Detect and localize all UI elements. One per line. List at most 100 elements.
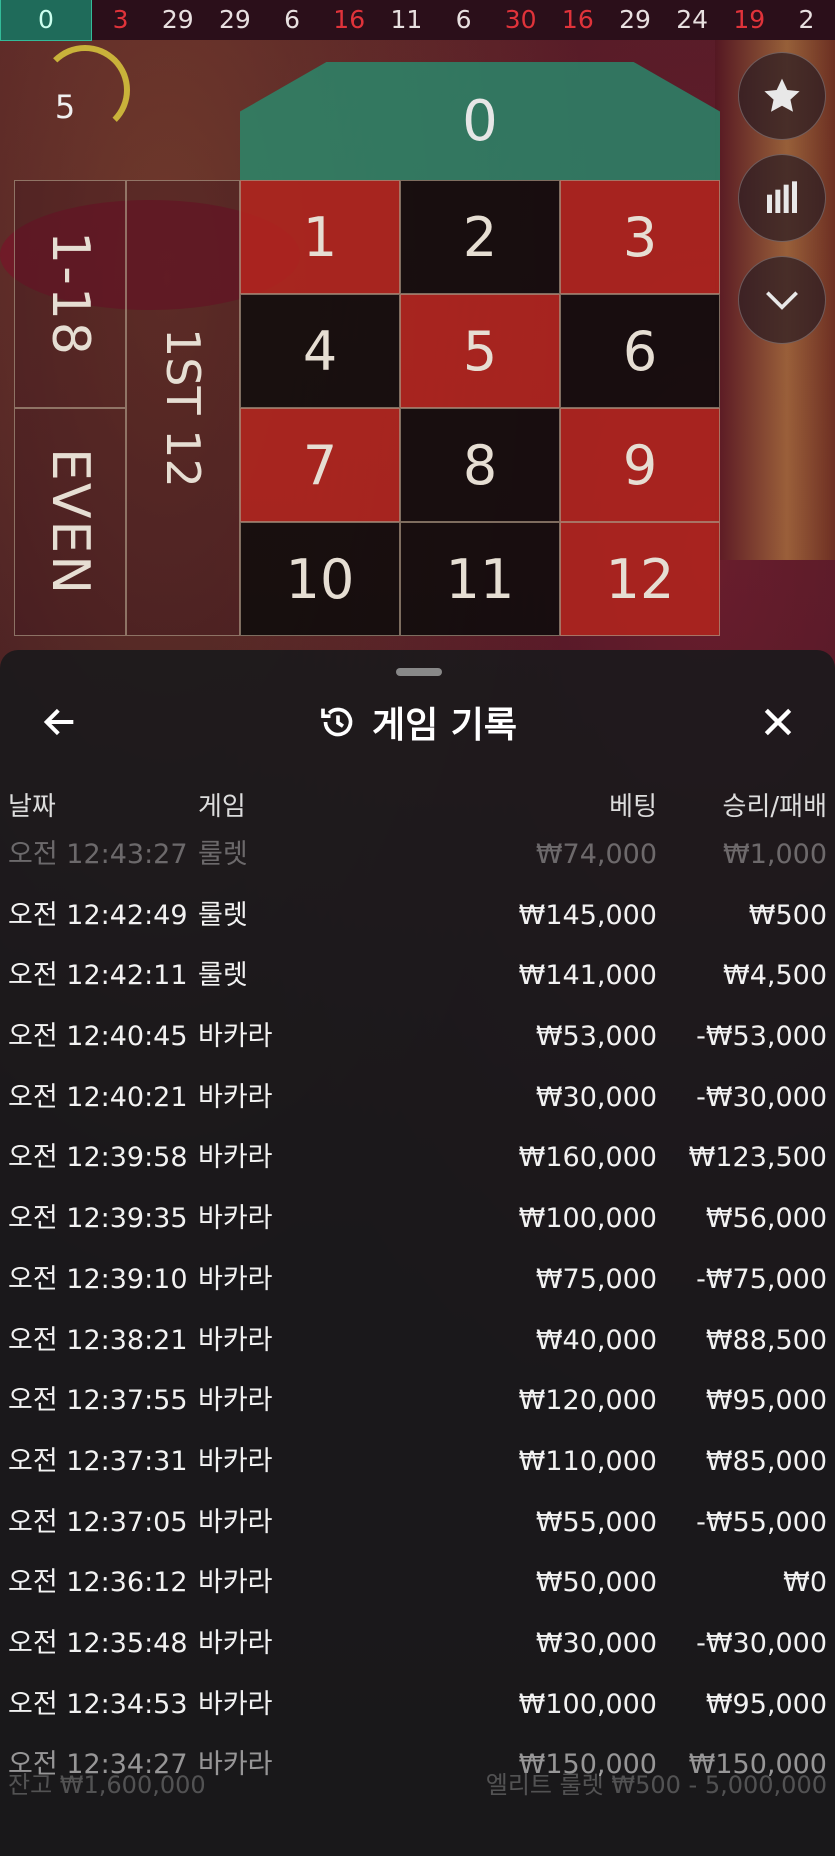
result-number: 24 <box>676 5 709 34</box>
row-date: 오전 12:34:53 <box>8 1688 188 1720</box>
row-win-loss: ₩4,500 <box>723 960 827 992</box>
history-row: 오전 12:36:12 바카라 ₩50,000 ₩0 <box>0 1563 835 1624</box>
row-date: 오전 12:40:45 <box>8 1021 188 1053</box>
row-win-loss: ₩88,500 <box>705 1324 827 1356</box>
bet-cell-12[interactable]: 12 <box>560 522 720 636</box>
footer-info: 잔고 ₩1,600,000 엘리트 룰렛 ₩500 - 5,000,000 <box>0 1765 835 1856</box>
stats-icon <box>767 181 797 213</box>
bet-first-dozen[interactable]: 1ST 12 <box>126 180 240 636</box>
history-icon <box>321 707 353 737</box>
history-row: 오전 12:37:05 바카라 ₩55,000 -₩55,000 <box>0 1503 835 1564</box>
bet-cell-9[interactable]: 9 <box>560 408 720 522</box>
game-history-panel: 게임 기록 날짜 게임 베팅 승리/패배 오전 12:43:27 룰렛 ₩74,00… <box>0 650 835 1856</box>
row-win-loss: ₩56,000 <box>705 1203 827 1235</box>
row-bet: ₩74,000 <box>535 839 657 870</box>
row-date: 오전 12:37:31 <box>8 1445 188 1477</box>
bet-cell-4[interactable]: 4 <box>240 294 400 408</box>
history-row: 오전 12:39:10 바카라 ₩75,000 -₩75,000 <box>0 1260 835 1321</box>
column-date: 날짜 <box>8 792 56 822</box>
drag-handle[interactable] <box>396 668 442 676</box>
row-bet: ₩55,000 <box>535 1506 657 1538</box>
bet-cell-5[interactable]: 5 <box>400 294 560 408</box>
row-game: 바카라 <box>198 1324 273 1356</box>
row-win-loss: ₩500 <box>748 899 827 931</box>
row-game: 바카라 <box>198 1081 273 1113</box>
table-limits-text: 엘리트 룰렛 ₩500 - 5,000,000 <box>485 1771 827 1799</box>
result-number: 16 <box>333 5 366 34</box>
row-game: 바카라 <box>198 1385 273 1417</box>
history-row: 오전 12:37:55 바카라 ₩120,000 ₩95,000 <box>0 1381 835 1442</box>
bet-cell-1[interactable]: 1 <box>240 180 400 294</box>
row-date: 오전 12:39:10 <box>8 1263 188 1295</box>
bet-cell-11[interactable]: 11 <box>400 522 560 636</box>
row-bet: ₩160,000 <box>518 1142 657 1174</box>
history-row: 오전 12:37:31 바카라 ₩110,000 ₩85,000 <box>0 1442 835 1503</box>
row-win-loss: -₩53,000 <box>696 1021 827 1053</box>
bet-low-1-18[interactable]: 1-18 <box>14 180 126 408</box>
result-number: 11 <box>390 5 423 34</box>
row-game: 룰렛 <box>198 960 248 992</box>
result-number: 3 <box>112 5 129 34</box>
column-bet: 베팅 <box>609 792 657 822</box>
close-button[interactable] <box>758 702 798 742</box>
panel-header: 게임 기록 <box>0 692 835 762</box>
bet-cell-3[interactable]: 3 <box>560 180 720 294</box>
row-bet: ₩100,000 <box>518 1203 657 1235</box>
bet-low-label: 1-18 <box>40 230 100 357</box>
bet-even-label: EVEN <box>40 447 100 597</box>
result-number: 29 <box>218 5 251 34</box>
row-game: 바카라 <box>198 1688 273 1720</box>
row-bet: ₩100,000 <box>518 1688 657 1720</box>
row-date: 오전 12:37:55 <box>8 1385 188 1417</box>
row-bet: ₩50,000 <box>535 1567 657 1599</box>
collapse-button[interactable] <box>738 256 826 344</box>
row-win-loss: ₩85,000 <box>705 1445 827 1477</box>
result-number: 30 <box>504 5 537 34</box>
row-win-loss: ₩95,000 <box>705 1688 827 1720</box>
row-bet: ₩30,000 <box>535 1081 657 1113</box>
row-win-loss: -₩30,000 <box>696 1627 827 1659</box>
bet-cell-8[interactable]: 8 <box>400 408 560 522</box>
favorites-button[interactable] <box>738 52 826 140</box>
row-game: 바카라 <box>198 1263 273 1295</box>
history-row: 오전 12:39:35 바카라 ₩100,000 ₩56,000 <box>0 1199 835 1260</box>
bet-cell-10[interactable]: 10 <box>240 522 400 636</box>
bet-cell-7[interactable]: 7 <box>240 408 400 522</box>
row-win-loss: -₩75,000 <box>696 1263 827 1295</box>
bet-cell-zero[interactable]: 0 <box>240 62 720 180</box>
row-game: 바카라 <box>198 1627 273 1659</box>
result-number: 0 <box>0 0 92 41</box>
bet-even[interactable]: EVEN <box>14 408 126 636</box>
statistics-button[interactable] <box>738 154 826 242</box>
history-row: 오전 12:35:48 바카라 ₩30,000 -₩30,000 <box>0 1624 835 1685</box>
row-win-loss: -₩55,000 <box>696 1506 827 1538</box>
result-number: 29 <box>161 5 194 34</box>
table-header: 날짜 게임 베팅 승리/패배 <box>0 786 835 826</box>
results-strip: 0 3 29 29 6 16 11 6 30 16 29 24 19 2 <box>0 0 835 41</box>
row-win-loss: ₩1,000 <box>723 839 827 870</box>
row-date: 오전 12:40:21 <box>8 1081 188 1113</box>
row-date: 오전 12:42:11 <box>8 960 188 992</box>
row-game: 바카라 <box>198 1203 273 1235</box>
row-date: 오전 12:36:12 <box>8 1567 188 1599</box>
history-row: 오전 12:40:45 바카라 ₩53,000 -₩53,000 <box>0 1017 835 1078</box>
row-win-loss: ₩123,500 <box>688 1142 827 1174</box>
row-win-loss: ₩95,000 <box>705 1385 827 1417</box>
row-bet: ₩141,000 <box>518 960 657 992</box>
row-date: 오전 12:42:49 <box>8 899 188 931</box>
panel-title: 게임 기록 <box>371 705 517 746</box>
row-game: 바카라 <box>198 1445 273 1477</box>
row-game: 바카라 <box>198 1506 273 1538</box>
column-game: 게임 <box>198 792 246 822</box>
row-bet: ₩53,000 <box>535 1021 657 1053</box>
bet-first-dozen-label: 1ST 12 <box>156 328 210 488</box>
row-bet: ₩110,000 <box>518 1445 657 1477</box>
star-icon <box>764 78 800 112</box>
row-date: 오전 12:39:58 <box>8 1142 188 1174</box>
chevron-down-icon <box>766 291 798 310</box>
panel-title-wrap: 게임 기록 <box>0 692 835 752</box>
bet-cell-2[interactable]: 2 <box>400 180 560 294</box>
result-number: 2 <box>798 5 815 34</box>
bet-cell-6[interactable]: 6 <box>560 294 720 408</box>
row-game: 바카라 <box>198 1142 273 1174</box>
